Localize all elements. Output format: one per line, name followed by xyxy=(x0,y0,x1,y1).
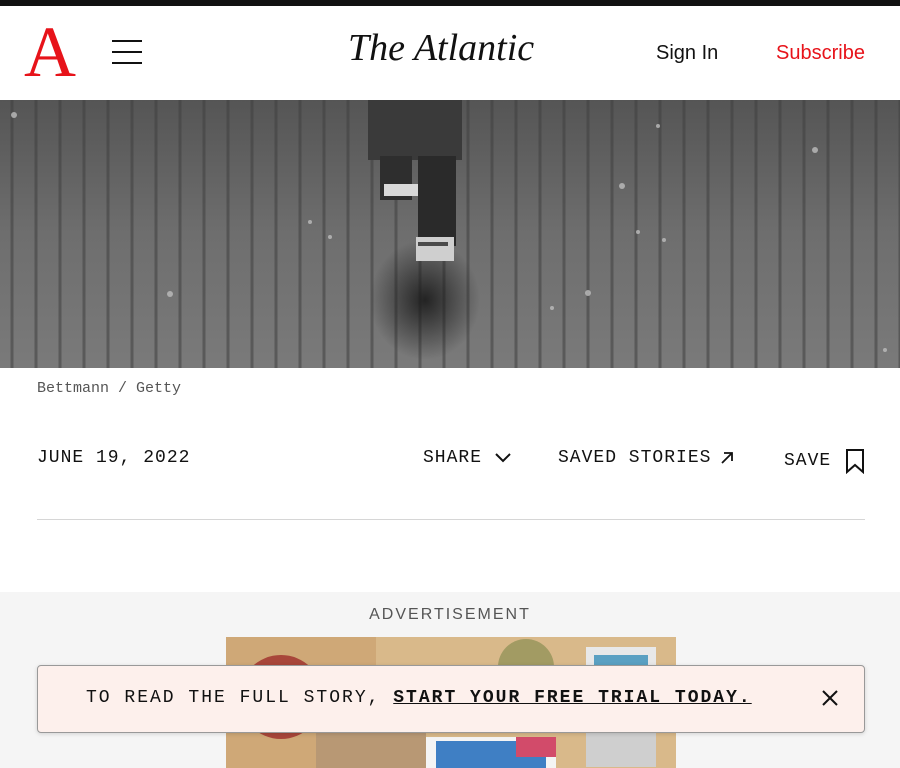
close-icon[interactable] xyxy=(821,689,839,707)
saved-stories-label: SAVED STORIES xyxy=(558,448,712,468)
share-label: SHARE xyxy=(423,448,483,468)
save-button[interactable]: SAVE xyxy=(784,448,865,474)
paywall-banner: TO READ THE FULL STORY, START YOUR FREE … xyxy=(37,665,865,733)
photo-credit: Bettmann / Getty xyxy=(37,380,182,397)
saved-stories-link[interactable]: SAVED STORIES xyxy=(558,448,735,468)
free-trial-link[interactable]: START YOUR FREE TRIAL TODAY. xyxy=(393,688,751,708)
save-label: SAVE xyxy=(784,451,832,471)
advertisement-label: ADVERTISEMENT xyxy=(369,606,531,623)
share-button[interactable]: SHARE xyxy=(423,448,512,468)
hamburger-menu-icon[interactable] xyxy=(112,40,142,64)
article-date: JUNE 19, 2022 xyxy=(37,448,191,468)
site-header: A The Atlantic Sign In Subscribe xyxy=(0,6,900,100)
meta-divider xyxy=(37,519,865,520)
subscribe-link[interactable]: Subscribe xyxy=(776,42,865,65)
arrow-up-right-icon xyxy=(721,452,734,464)
brand-wordmark[interactable]: The Atlantic xyxy=(348,26,534,70)
hero-photo-illustration xyxy=(0,100,900,368)
chevron-down-icon xyxy=(495,453,511,463)
bookmark-icon xyxy=(846,449,865,474)
atlantic-a-logo[interactable]: A xyxy=(24,16,76,88)
hero-image xyxy=(0,100,900,368)
paywall-message: TO READ THE FULL STORY, START YOUR FREE … xyxy=(86,688,752,708)
paywall-prefix: TO READ THE FULL STORY, xyxy=(86,688,394,708)
sign-in-link[interactable]: Sign In xyxy=(656,42,718,65)
